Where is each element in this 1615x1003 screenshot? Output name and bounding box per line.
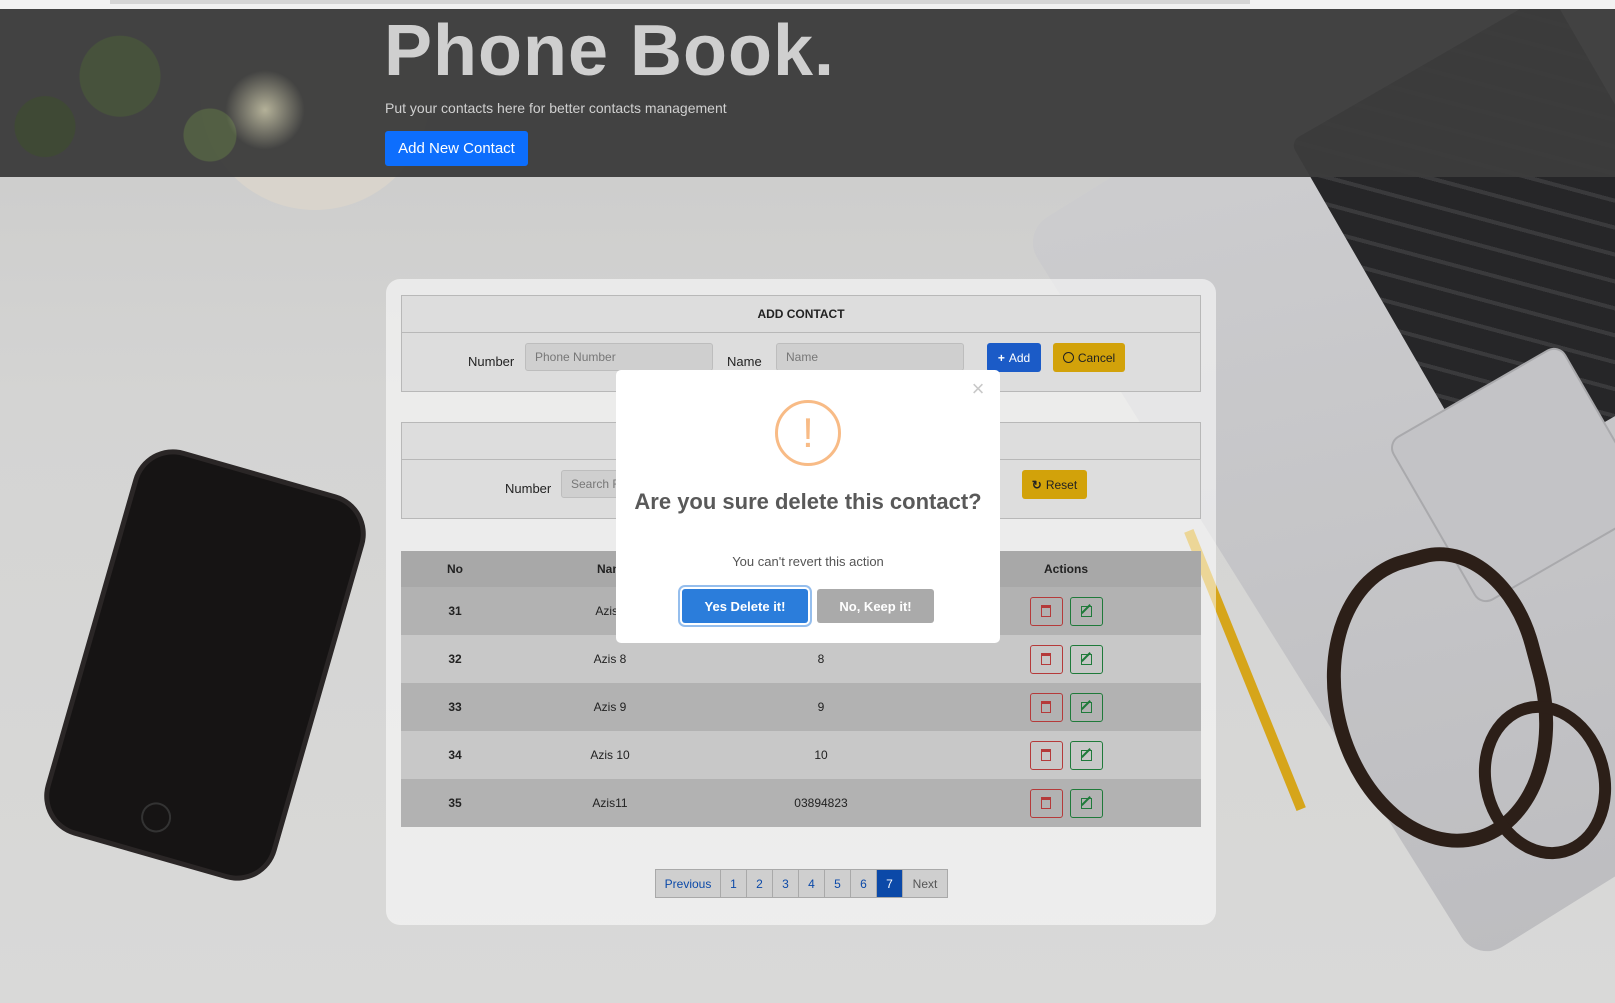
- edit-icon: [1080, 605, 1092, 617]
- table-row: 35 Azis11 03894823: [401, 779, 1201, 827]
- row-actions: [931, 644, 1201, 674]
- pagination: Previous 1 2 3 4 5 6 7 Next: [655, 869, 948, 898]
- edit-button[interactable]: [1069, 692, 1103, 722]
- page-4[interactable]: 4: [799, 870, 825, 897]
- page-next[interactable]: Next: [903, 870, 947, 897]
- edit-icon: [1080, 701, 1092, 713]
- cancel-button[interactable]: Cancel: [1053, 343, 1125, 372]
- row-no: 31: [448, 604, 462, 618]
- page-1[interactable]: 1: [721, 870, 747, 897]
- row-number: 03894823: [794, 796, 848, 810]
- table-row: 33 Azis 9 9: [401, 683, 1201, 731]
- ban-icon: [1062, 352, 1074, 363]
- row-name: Azis 8: [593, 652, 627, 666]
- reset-button[interactable]: ↻ Reset: [1022, 470, 1087, 499]
- table-row: 34 Azis 10 10: [401, 731, 1201, 779]
- plus-icon: +: [997, 350, 1005, 365]
- refresh-icon: ↻: [1031, 477, 1042, 492]
- row-no: 33: [448, 700, 462, 714]
- close-icon[interactable]: ×: [966, 378, 990, 402]
- delete-button[interactable]: [1029, 596, 1063, 626]
- row-name: Azis11: [592, 796, 628, 810]
- trash-icon: [1041, 797, 1051, 809]
- tagline: Put your contacts here for better contac…: [385, 100, 727, 116]
- row-actions: [931, 692, 1201, 722]
- trash-icon: [1041, 749, 1051, 761]
- phone-home-button-photo: [137, 798, 175, 836]
- dialog-message: You can't revert this action: [732, 554, 884, 569]
- row-number: 9: [817, 700, 825, 714]
- add-new-contact-button[interactable]: Add New Contact: [385, 131, 528, 166]
- trash-icon: [1041, 653, 1051, 665]
- warning-icon: !: [775, 400, 841, 466]
- row-no: 35: [448, 796, 462, 810]
- keep-contact-button[interactable]: No, Keep it!: [817, 589, 934, 623]
- number-label: Number: [468, 354, 515, 369]
- dialog-title: Are you sure delete this contact?: [634, 489, 982, 514]
- page-previous[interactable]: Previous: [656, 870, 721, 897]
- row-actions: [931, 788, 1201, 818]
- trash-icon: [1041, 701, 1051, 713]
- row-number: 10: [814, 748, 828, 762]
- phone-number-input[interactable]: Phone Number: [525, 343, 713, 371]
- delete-button[interactable]: [1029, 788, 1063, 818]
- row-no: 34: [448, 748, 462, 762]
- row-name: Azis 9: [593, 700, 627, 714]
- brand-title: Phone Book.: [384, 11, 836, 91]
- page-6[interactable]: 6: [851, 870, 877, 897]
- delete-button[interactable]: [1029, 692, 1063, 722]
- header-no: No: [447, 562, 463, 576]
- add-contact-title: ADD CONTACT: [402, 296, 1200, 333]
- edit-button[interactable]: [1069, 596, 1103, 626]
- reset-button-label: Reset: [1045, 477, 1078, 492]
- name-input[interactable]: Name: [776, 343, 964, 371]
- add-button[interactable]: + Add: [987, 343, 1041, 372]
- search-number-label: Number: [505, 481, 552, 496]
- edit-icon: [1080, 797, 1092, 809]
- edit-icon: [1080, 749, 1092, 761]
- light-glow: [225, 70, 305, 150]
- row-no: 32: [448, 652, 462, 666]
- row-name: Azis 10: [590, 748, 630, 762]
- delete-button[interactable]: [1029, 644, 1063, 674]
- name-label: Name: [727, 354, 762, 369]
- edit-button[interactable]: [1069, 788, 1103, 818]
- row-number: 8: [817, 652, 825, 666]
- page-5[interactable]: 5: [825, 870, 851, 897]
- smartphone-photo: [40, 445, 370, 885]
- confirm-delete-button[interactable]: Yes Delete it!: [682, 589, 808, 623]
- edit-icon: [1080, 653, 1092, 665]
- edit-button[interactable]: [1069, 644, 1103, 674]
- page-3[interactable]: 3: [773, 870, 799, 897]
- edit-button[interactable]: [1069, 740, 1103, 770]
- cancel-button-label: Cancel: [1077, 350, 1116, 365]
- page-7[interactable]: 7: [877, 870, 903, 897]
- trash-icon: [1041, 605, 1051, 617]
- delete-confirm-dialog: × ! Are you sure delete this contact? Yo…: [616, 370, 1000, 643]
- add-button-label: Add: [1008, 350, 1031, 365]
- row-actions: [931, 740, 1201, 770]
- page-2[interactable]: 2: [747, 870, 773, 897]
- delete-button[interactable]: [1029, 740, 1063, 770]
